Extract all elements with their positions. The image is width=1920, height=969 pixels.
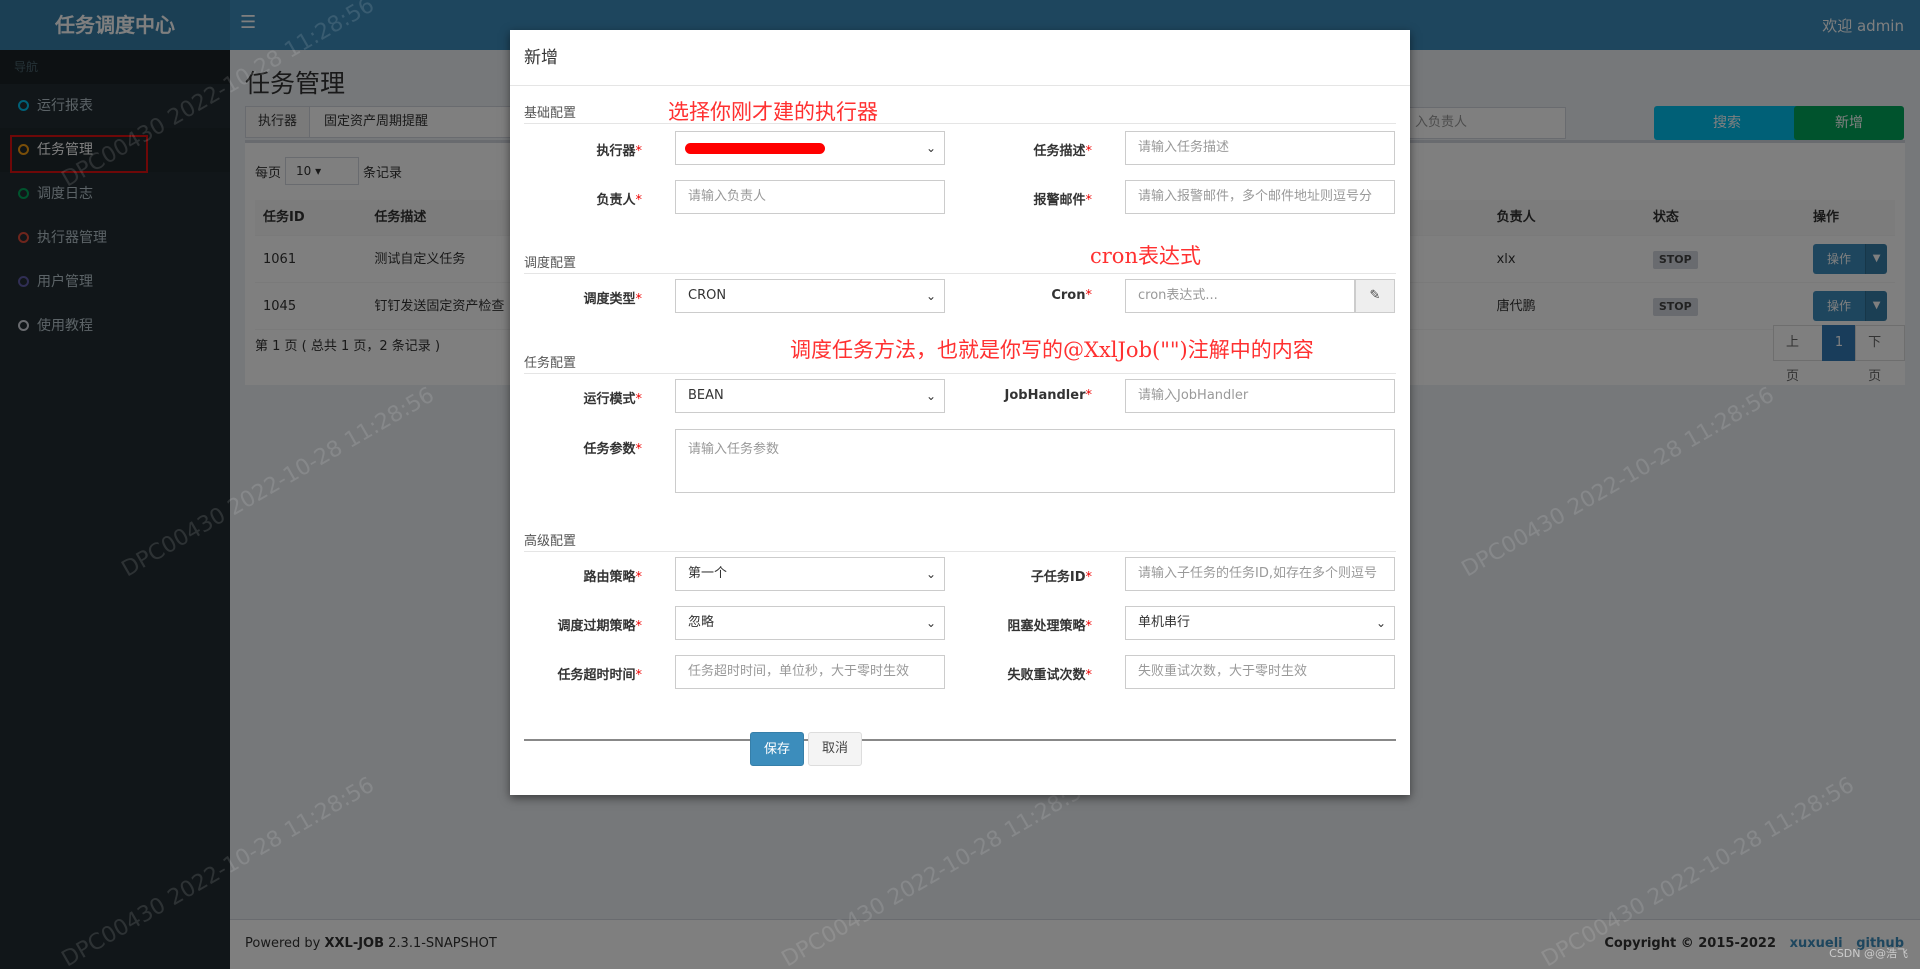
redaction-mark: [685, 143, 825, 154]
alarm-email-input[interactable]: 请输入报警邮件，多个邮件地址则逗号分: [1125, 180, 1395, 214]
run-mode-label: 运行模式*: [583, 392, 642, 407]
chevron-down-icon: ⌄: [925, 567, 936, 581]
section-advanced: 高级配置: [524, 530, 1396, 552]
chevron-down-icon: ⌄: [1375, 616, 1386, 630]
job-handler-input[interactable]: 请输入JobHandler: [1125, 379, 1395, 413]
block-strategy-select[interactable]: 单机串行 ⌄: [1125, 606, 1395, 640]
timeout-input[interactable]: 任务超时时间，单位秒，大于零时生效: [675, 655, 945, 689]
child-job-input[interactable]: 请输入子任务的任务ID,如存在多个则逗号: [1125, 557, 1395, 591]
timeout-label: 任务超时时间*: [557, 668, 642, 683]
modal-divider: [524, 739, 1396, 741]
cron-label: Cron*: [1051, 288, 1092, 303]
annotation-executor: 选择你刚才建的执行器: [668, 100, 878, 124]
annotation-cron: cron表达式: [1090, 244, 1201, 268]
chevron-down-icon: ⌄: [925, 389, 936, 403]
chevron-down-icon: ⌄: [925, 141, 936, 155]
save-button[interactable]: 保存: [750, 732, 804, 766]
edit-cron-icon[interactable]: ✎: [1355, 279, 1395, 313]
cancel-button[interactable]: 取消: [808, 732, 862, 766]
schedule-type-select[interactable]: CRON ⌄: [675, 279, 945, 313]
child-job-label: 子任务ID*: [1030, 570, 1092, 585]
modal-title: 新增: [510, 30, 1410, 86]
chevron-down-icon: ⌄: [925, 289, 936, 303]
author-input[interactable]: 请输入负责人: [675, 180, 945, 214]
retry-label: 失败重试次数*: [1007, 668, 1092, 683]
job-desc-input[interactable]: 请输入任务描述: [1125, 131, 1395, 165]
cron-input[interactable]: cron表达式...: [1125, 279, 1355, 313]
alarm-email-label: 报警邮件*: [1033, 193, 1092, 208]
job-param-label: 任务参数*: [583, 442, 642, 457]
misfire-label: 调度过期策略*: [557, 619, 642, 634]
schedule-type-label: 调度类型*: [583, 292, 642, 307]
job-handler-label: JobHandler*: [1004, 388, 1092, 403]
run-mode-select[interactable]: BEAN ⌄: [675, 379, 945, 413]
section-basic: 基础配置: [524, 102, 1396, 124]
author-label: 负责人*: [596, 193, 642, 208]
executor-label: 执行器*: [596, 144, 642, 159]
block-strategy-label: 阻塞处理策略*: [1007, 619, 1092, 634]
job-param-textarea[interactable]: 请输入任务参数: [675, 429, 1395, 493]
route-label: 路由策略*: [583, 570, 642, 585]
retry-input[interactable]: 失败重试次数，大于零时生效: [1125, 655, 1395, 689]
chevron-down-icon: ⌄: [925, 616, 936, 630]
misfire-select[interactable]: 忽略 ⌄: [675, 606, 945, 640]
section-schedule: 调度配置: [524, 252, 1396, 274]
new-job-modal: 新增 基础配置 执行器* ⌄ 任务描述* 请输入任务描述 负责人* 请输入负责人…: [510, 30, 1410, 795]
csdn-watermark: CSDN @@浩飞: [1829, 947, 1908, 960]
route-select[interactable]: 第一个 ⌄: [675, 557, 945, 591]
job-desc-label: 任务描述*: [1033, 144, 1092, 159]
annotation-handler: 调度任务方法，也就是你写的@XxlJob("")注解中的内容: [790, 338, 1314, 362]
